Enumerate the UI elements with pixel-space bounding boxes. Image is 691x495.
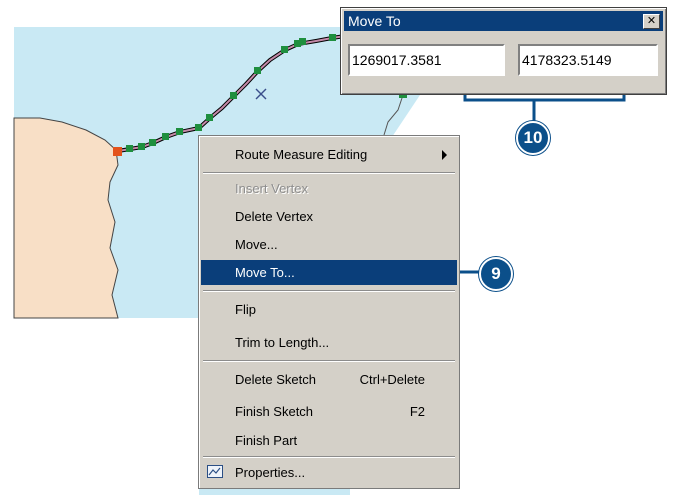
menu-item-trim-to-length[interactable]: Trim to Length...	[201, 330, 457, 355]
menu-separator	[203, 360, 455, 362]
menu-item-properties[interactable]: Properties...	[201, 460, 457, 485]
menu-item-label: Properties...	[235, 465, 306, 480]
menu-item-label: Flip	[235, 302, 256, 317]
menu-item-label: Move...	[235, 237, 278, 252]
menu-separator	[203, 172, 455, 174]
menu-item-label: Finish Part	[235, 433, 298, 448]
selected-vertex[interactable]	[113, 147, 122, 156]
x-coordinate-input[interactable]: 1269017.3581	[348, 44, 505, 76]
dialog-title: Move To	[348, 13, 401, 29]
menu-item-label: Delete Vertex	[235, 209, 314, 224]
vertex	[176, 128, 183, 135]
vertex	[281, 46, 288, 53]
menu-item-label: Route Measure Editing	[235, 147, 368, 162]
vertex	[126, 145, 133, 152]
vertex	[299, 38, 306, 45]
menu-item-label: Delete Sketch	[235, 372, 316, 387]
menu-item-label: Finish Sketch	[235, 404, 314, 419]
land-polygon	[13, 117, 119, 319]
vertex	[138, 143, 145, 150]
step-callout-10: 10	[516, 121, 550, 155]
menu-item-shortcut: F2	[409, 404, 425, 419]
vertex	[162, 133, 169, 140]
y-coordinate-input[interactable]: 4178323.5149	[518, 44, 658, 76]
dialog-title-bar[interactable]: Move To ✕	[344, 11, 663, 31]
context-menu: Route Measure Editing Insert Vertex Dele…	[198, 135, 460, 489]
menu-item-shortcut: Ctrl+Delete	[359, 372, 425, 387]
menu-item-route-measure-editing[interactable]: Route Measure Editing	[201, 142, 457, 167]
menu-item-move-to[interactable]: Move To...	[201, 260, 457, 285]
vertex	[254, 67, 261, 74]
move-to-dialog: Move To ✕ 1269017.3581 4178323.5149	[340, 7, 667, 95]
vertex	[329, 34, 336, 41]
menu-separator	[203, 290, 455, 292]
menu-item-flip[interactable]: Flip	[201, 297, 457, 322]
menu-item-delete-sketch[interactable]: Delete Sketch Ctrl+Delete	[201, 367, 457, 392]
vertex	[149, 139, 156, 146]
menu-item-label: Move To...	[235, 265, 295, 280]
vertex	[195, 124, 202, 131]
menu-item-finish-sketch[interactable]: Finish Sketch F2	[201, 399, 457, 424]
menu-item-move[interactable]: Move...	[201, 232, 457, 257]
close-icon[interactable]: ✕	[643, 14, 660, 29]
vertex	[230, 92, 237, 99]
vertex	[206, 114, 213, 121]
menu-item-insert-vertex[interactable]: Insert Vertex	[201, 176, 457, 201]
menu-item-label: Insert Vertex	[235, 181, 308, 196]
menu-item-delete-vertex[interactable]: Delete Vertex	[201, 204, 457, 229]
menu-separator	[203, 456, 455, 458]
menu-item-finish-part[interactable]: Finish Part	[201, 428, 457, 453]
properties-icon	[207, 465, 223, 478]
menu-item-label: Trim to Length...	[235, 335, 330, 350]
callout-leaders	[455, 80, 626, 274]
step-callout-9: 9	[479, 257, 513, 291]
submenu-arrow-icon	[442, 150, 447, 160]
